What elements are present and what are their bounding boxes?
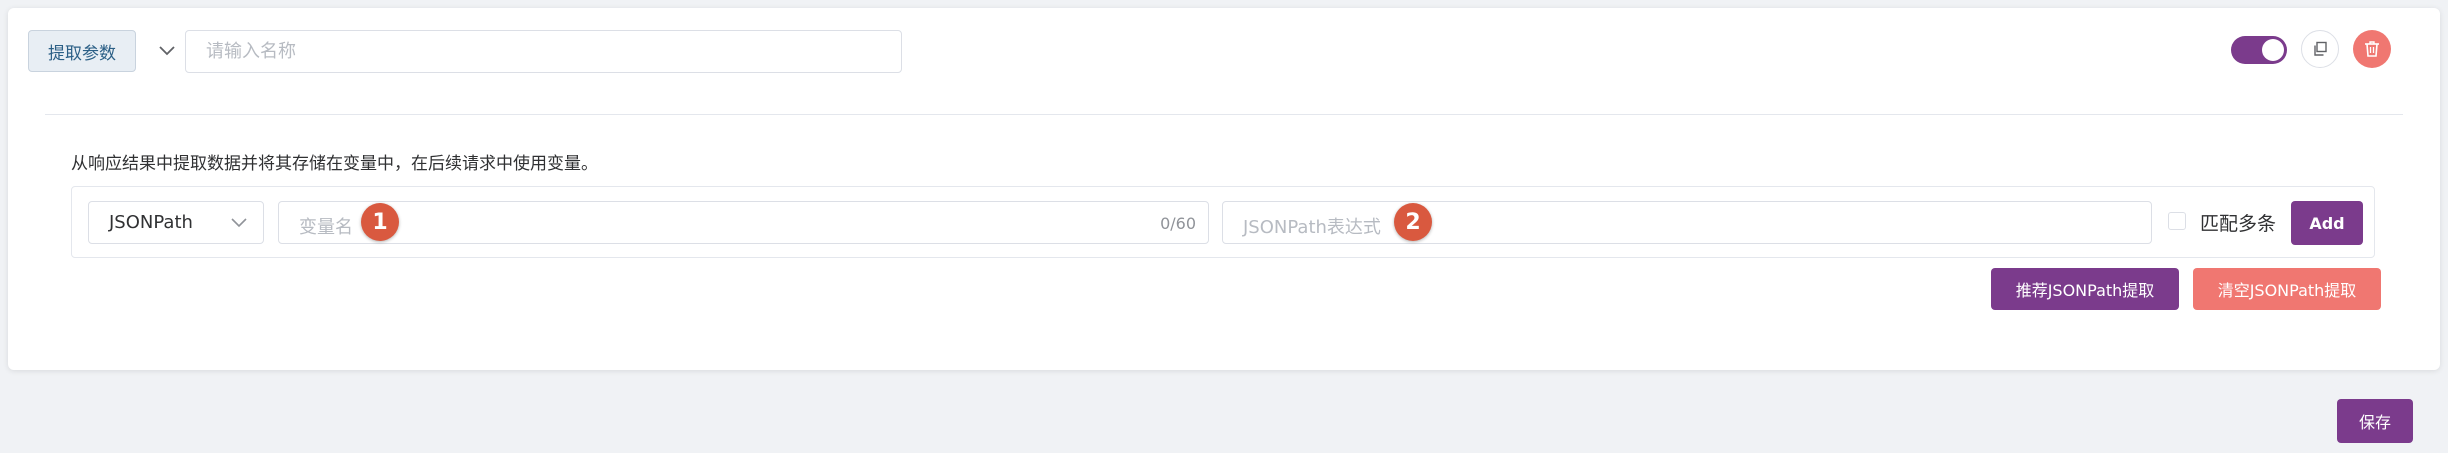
step-badge-2: 2: [1394, 203, 1432, 241]
collapse-chevron-icon[interactable]: [155, 39, 179, 63]
clear-jsonpath-button[interactable]: 清空JSONPath提取: [2193, 268, 2381, 310]
enable-toggle[interactable]: [2231, 36, 2287, 64]
name-input[interactable]: [185, 30, 902, 73]
variable-name-placeholder: 变量名: [299, 217, 353, 238]
jsonpath-expression-input[interactable]: JSONPath表达式: [1222, 201, 2152, 244]
delete-button[interactable]: [2353, 30, 2391, 68]
copy-icon: [2314, 41, 2327, 56]
match-multiple-checkbox[interactable]: [2168, 212, 2186, 230]
save-button[interactable]: 保存: [2337, 399, 2413, 443]
extract-type-value: JSONPath: [109, 212, 193, 233]
extract-type-select[interactable]: JSONPath: [88, 201, 264, 244]
copy-button[interactable]: [2301, 30, 2339, 68]
variable-name-input[interactable]: 变量名 0/60: [278, 201, 1209, 244]
match-multiple-label[interactable]: 匹配多条: [2200, 209, 2276, 236]
description-text: 从响应结果中提取数据并将其存储在变量中，在后续请求中使用变量。: [71, 154, 598, 174]
recommend-jsonpath-button[interactable]: 推荐JSONPath提取: [1991, 268, 2179, 310]
divider: [45, 114, 2403, 115]
variable-name-counter: 0/60: [1160, 214, 1196, 233]
jsonpath-expression-placeholder: JSONPath表达式: [1243, 217, 1381, 238]
toggle-knob: [2262, 39, 2284, 61]
extract-params-tag[interactable]: 提取参数: [28, 30, 136, 72]
chevron-down-icon: [229, 213, 249, 233]
trash-icon: [2365, 41, 2379, 57]
step-badge-1: 1: [361, 203, 399, 241]
add-button[interactable]: Add: [2291, 201, 2363, 245]
